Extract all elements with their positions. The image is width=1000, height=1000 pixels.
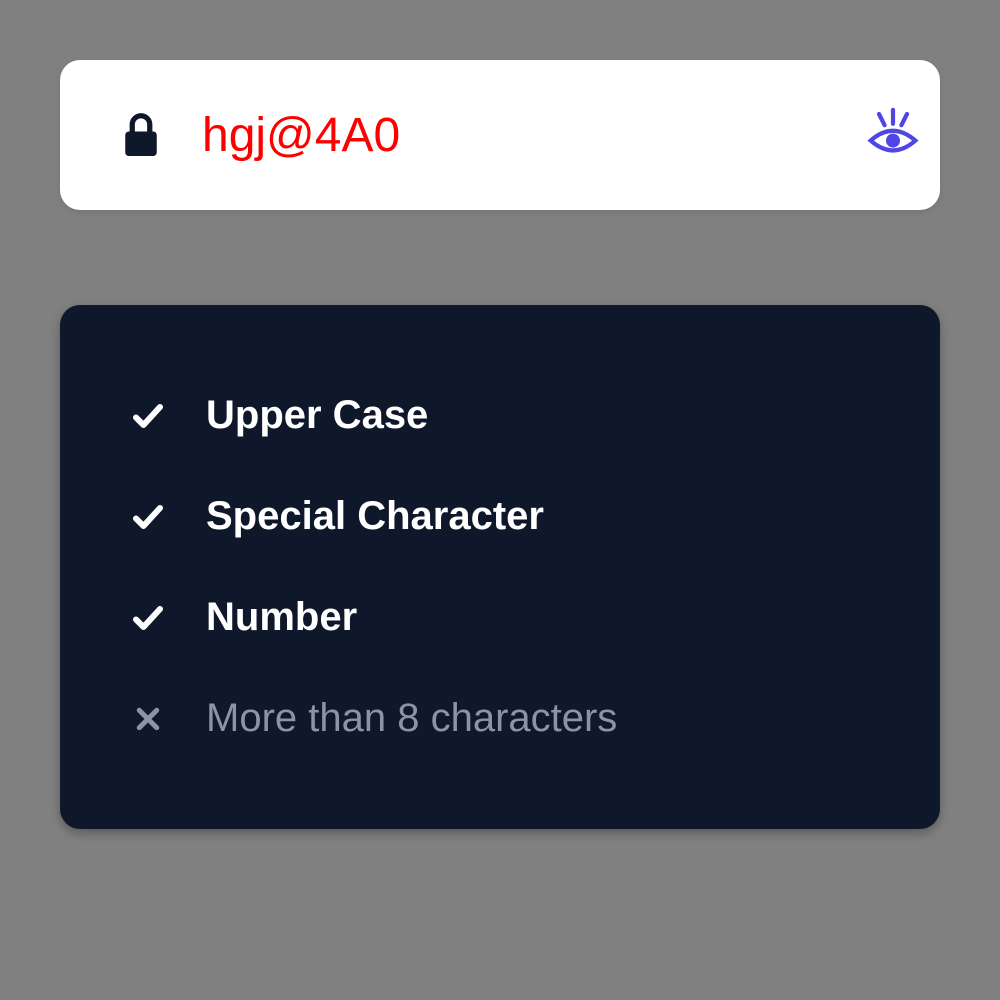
check-icon: [130, 499, 166, 535]
rule-label: Number: [206, 595, 357, 640]
check-icon: [130, 600, 166, 636]
rule-upper-case: Upper Case: [130, 365, 870, 466]
rule-number: Number: [130, 567, 870, 668]
password-input[interactable]: [202, 108, 823, 163]
password-input-container: [60, 60, 940, 210]
rule-label: Upper Case: [206, 393, 428, 438]
x-icon: [130, 701, 166, 737]
rule-label: Special Character: [206, 494, 544, 539]
lock-icon: [120, 110, 162, 160]
check-icon: [130, 398, 166, 434]
rule-special-character: Special Character: [130, 466, 870, 567]
rule-more-than-8: More than 8 characters: [130, 668, 870, 769]
eye-toggle-icon[interactable]: [863, 105, 923, 165]
rule-label: More than 8 characters: [206, 696, 617, 741]
password-rules-panel: Upper Case Special Character Number More…: [60, 305, 940, 829]
